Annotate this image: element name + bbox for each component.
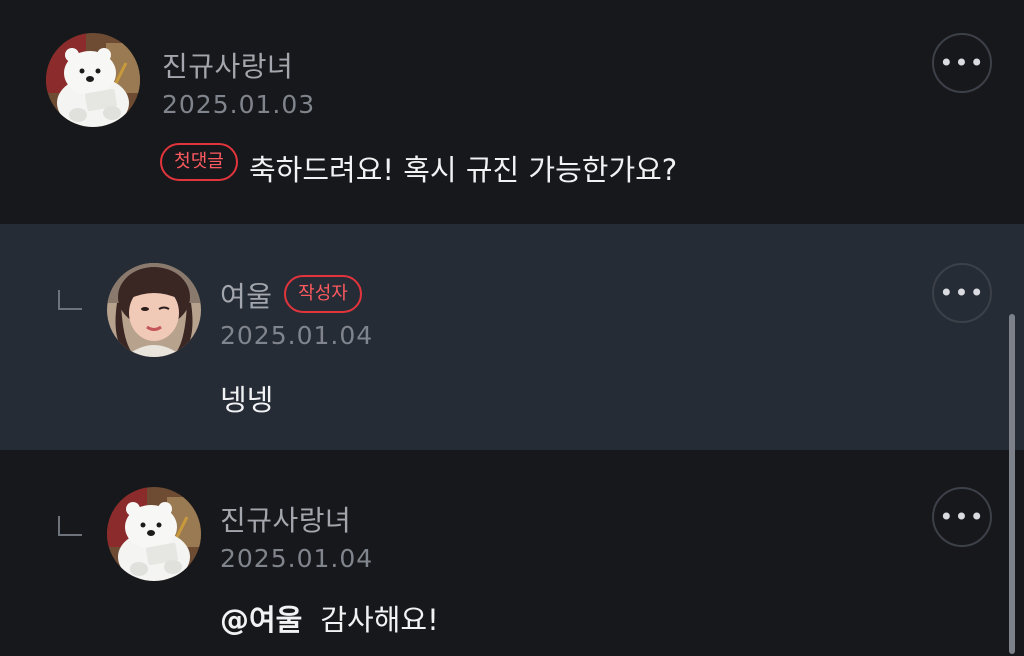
comment-author[interactable]: 여울 xyxy=(220,275,273,315)
comment-date: 2025.01.04 xyxy=(220,544,374,573)
reply-indent-icon xyxy=(58,516,82,536)
comment-item: 여울 작성자 2025.01.04 넹넹 ••• xyxy=(0,224,1024,450)
user-photo-avatar-image xyxy=(107,263,201,357)
polar-bear-avatar-image xyxy=(107,487,201,581)
comment-date: 2025.01.03 xyxy=(162,90,316,119)
more-options-button[interactable]: ••• xyxy=(932,33,992,93)
author-badge: 작성자 xyxy=(284,275,362,313)
scrollbar[interactable] xyxy=(1009,314,1015,654)
comment-author[interactable]: 진규사랑녀 xyxy=(220,499,351,539)
polar-bear-avatar[interactable] xyxy=(46,33,140,127)
comment-item: 진규사랑녀 2025.01.03 첫댓글 축하드려요! 혹시 규진 가능한가요?… xyxy=(0,0,1024,224)
comment-text: 넹넹 xyxy=(220,383,274,417)
reply-indent-icon xyxy=(58,290,82,310)
mention-link[interactable]: @여울 xyxy=(220,603,302,637)
user-photo-avatar[interactable] xyxy=(107,263,201,357)
more-dots-icon: ••• xyxy=(939,503,985,531)
comment-date: 2025.01.04 xyxy=(220,321,374,350)
polar-bear-avatar[interactable] xyxy=(107,487,201,581)
polar-bear-avatar-image xyxy=(46,33,140,127)
first-comment-badge: 첫댓글 xyxy=(160,143,238,181)
comment-author[interactable]: 진규사랑녀 xyxy=(162,45,293,85)
more-options-button[interactable]: ••• xyxy=(932,487,992,547)
comment-item: 진규사랑녀 2025.01.04 @여울 감사해요! ••• xyxy=(0,450,1024,656)
comment-text-container: @여울 감사해요! xyxy=(220,597,439,639)
more-dots-icon: ••• xyxy=(939,279,985,307)
comment-text: 축하드려요! 혹시 규진 가능한가요? xyxy=(249,153,678,187)
more-dots-icon: ••• xyxy=(939,49,985,77)
comment-text: 감사해요! xyxy=(320,603,439,637)
more-options-button[interactable]: ••• xyxy=(932,263,992,323)
